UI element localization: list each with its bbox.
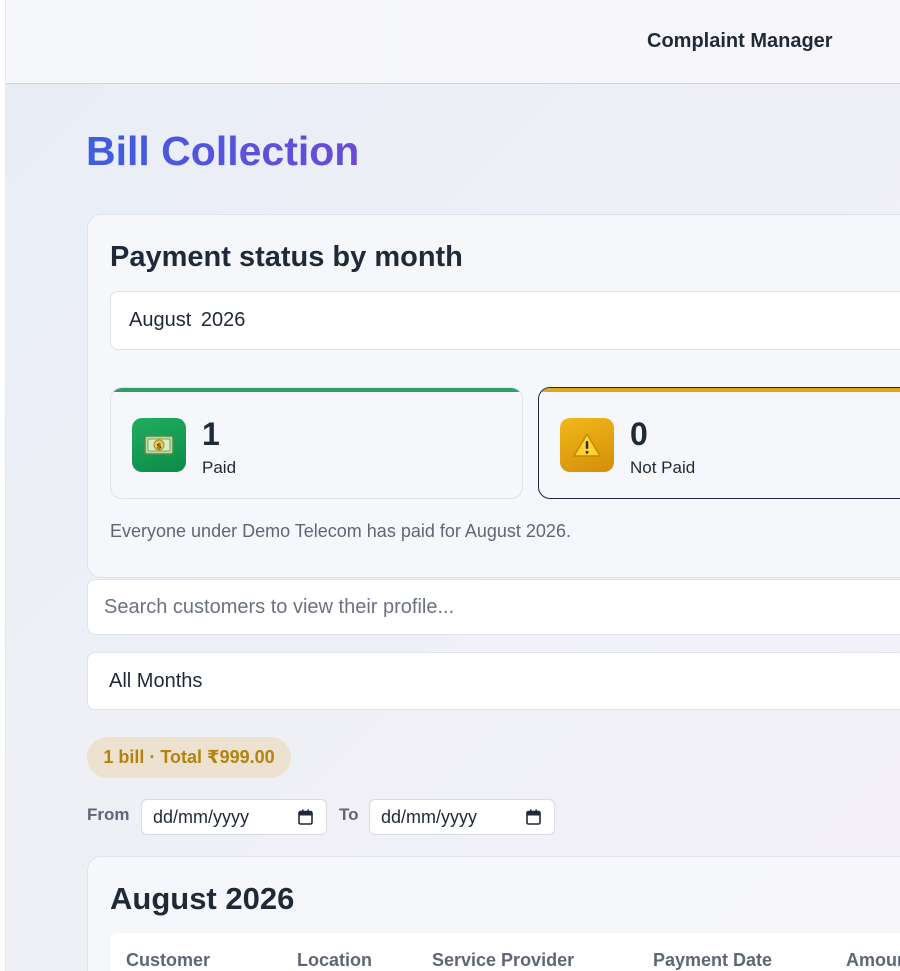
not-paid-count: 0: [630, 416, 648, 452]
not-paid-accent-bar: [539, 388, 900, 392]
left-edge: [0, 0, 6, 971]
paid-count: 1: [202, 416, 220, 452]
to-label: To: [339, 805, 359, 824]
bill-total-badge: 1 bill · Total ₹999.00: [87, 737, 291, 778]
calendar-icon[interactable]: [298, 809, 313, 825]
month-select[interactable]: August 2026: [110, 291, 900, 350]
column-header-location[interactable]: Location: [297, 950, 372, 971]
warning-icon: [560, 418, 614, 472]
column-header-service-provider[interactable]: Service Provider: [432, 950, 574, 971]
not-paid-label: Not Paid: [630, 458, 696, 477]
payment-status-note: Everyone under Demo Telecom has paid for…: [110, 521, 571, 541]
page-title: Bill Collection: [86, 128, 360, 174]
not-paid-stat[interactable]: 0 Not Paid: [538, 387, 900, 499]
month-filter-select[interactable]: All Months: [87, 652, 900, 710]
customer-search-box[interactable]: [87, 579, 900, 635]
paid-accent-bar: [111, 388, 522, 392]
column-header-customer[interactable]: Customer: [126, 950, 210, 971]
bills-table-header: Customer Location Service Provider Payme…: [110, 933, 900, 971]
paid-label: Paid: [202, 458, 237, 477]
payment-status-card: Payment status by month August 2026 $ 1 …: [87, 214, 900, 578]
from-date-value: dd/mm/yyyy: [153, 807, 250, 827]
month-bills-card: August 2026 Customer Location Service Pr…: [87, 856, 900, 971]
money-icon: $: [132, 418, 186, 472]
paid-stat[interactable]: $ 1 Paid: [110, 387, 523, 499]
top-bar: Complaint Manager: [6, 0, 900, 84]
column-header-amount[interactable]: Amount: [846, 950, 900, 971]
month-section-heading: August 2026: [110, 881, 295, 916]
app-title: Complaint Manager: [647, 30, 833, 52]
customer-search-input[interactable]: [88, 580, 900, 634]
payment-status-heading: Payment status by month: [110, 241, 463, 273]
from-date-input[interactable]: dd/mm/yyyy: [141, 799, 327, 835]
column-header-payment-date[interactable]: Payment Date: [653, 950, 772, 971]
to-date-input[interactable]: dd/mm/yyyy: [369, 799, 555, 835]
from-label: From: [87, 805, 130, 824]
svg-text:$: $: [156, 442, 162, 451]
to-date-value: dd/mm/yyyy: [381, 807, 478, 827]
calendar-icon[interactable]: [526, 809, 541, 825]
